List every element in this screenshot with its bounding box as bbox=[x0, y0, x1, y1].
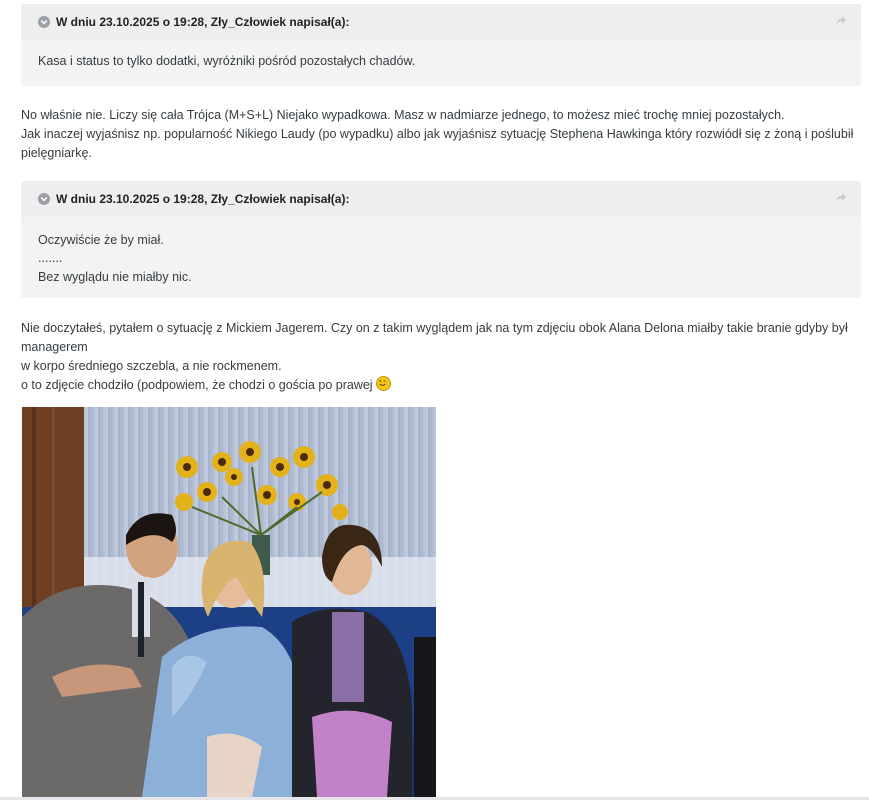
embedded-photo[interactable] bbox=[22, 407, 436, 797]
quote-line: ....... bbox=[38, 251, 63, 265]
text-line: No właśnie nie. Liczy się cała Trójca (M… bbox=[21, 107, 785, 122]
quote-line: Oczywiście że by miał. bbox=[38, 232, 164, 247]
text-line: o to zdjęcie chodziło (podpowiem, że cho… bbox=[21, 378, 377, 392]
share-arrow-icon[interactable] bbox=[835, 192, 847, 206]
quote-body: Oczywiście że by miał. ....... Bez wyglą… bbox=[21, 217, 861, 299]
chevron-down-icon[interactable] bbox=[38, 192, 50, 205]
quote-title[interactable]: W dniu 23.10.2025 o 19:28, Zły_Człowiek … bbox=[56, 15, 349, 29]
quote-header[interactable]: W dniu 23.10.2025 o 19:28, Zły_Człowiek … bbox=[21, 4, 861, 40]
text-line: pielęgniarkę. bbox=[21, 145, 92, 160]
wink-emoji-icon bbox=[376, 376, 392, 391]
chevron-down-icon[interactable] bbox=[38, 16, 50, 28]
quote-title[interactable]: W dniu 23.10.2025 o 19:28, Zły_Człowiek … bbox=[56, 192, 349, 206]
quote-line: Kasa i status to tylko dodatki, wyróżnik… bbox=[38, 54, 416, 68]
share-arrow-icon[interactable] bbox=[835, 15, 847, 29]
text-line-with-emoji: o to zdjęcie chodziło (podpowiem, że cho… bbox=[21, 376, 861, 395]
text-line: Jak inaczej wyjaśnisz np. popularność Ni… bbox=[21, 126, 854, 141]
text-line: Nie doczytałeś, pytałem o sytuację z Mic… bbox=[21, 321, 848, 354]
text-line: w korpo średniego szczebla, a nie rockme… bbox=[21, 359, 282, 373]
quote-body: Kasa i status to tylko dodatki, wyróżnik… bbox=[21, 40, 861, 86]
post-paragraph-1: No właśnie nie. Liczy się cała Trójca (M… bbox=[21, 106, 861, 163]
post-paragraph-2: Nie doczytałeś, pytałem o sytuację z Mic… bbox=[21, 319, 861, 395]
post-content: W dniu 23.10.2025 o 19:28, Zły_Człowiek … bbox=[21, 4, 861, 395]
quote-header[interactable]: W dniu 23.10.2025 o 19:28, Zły_Człowiek … bbox=[21, 180, 861, 217]
quote-block-1: W dniu 23.10.2025 o 19:28, Zły_Człowiek … bbox=[21, 4, 861, 86]
quote-block-2: W dniu 23.10.2025 o 19:28, Zły_Człowiek … bbox=[21, 180, 861, 299]
quote-line: Bez wyglądu nie miałby nic. bbox=[38, 269, 192, 284]
